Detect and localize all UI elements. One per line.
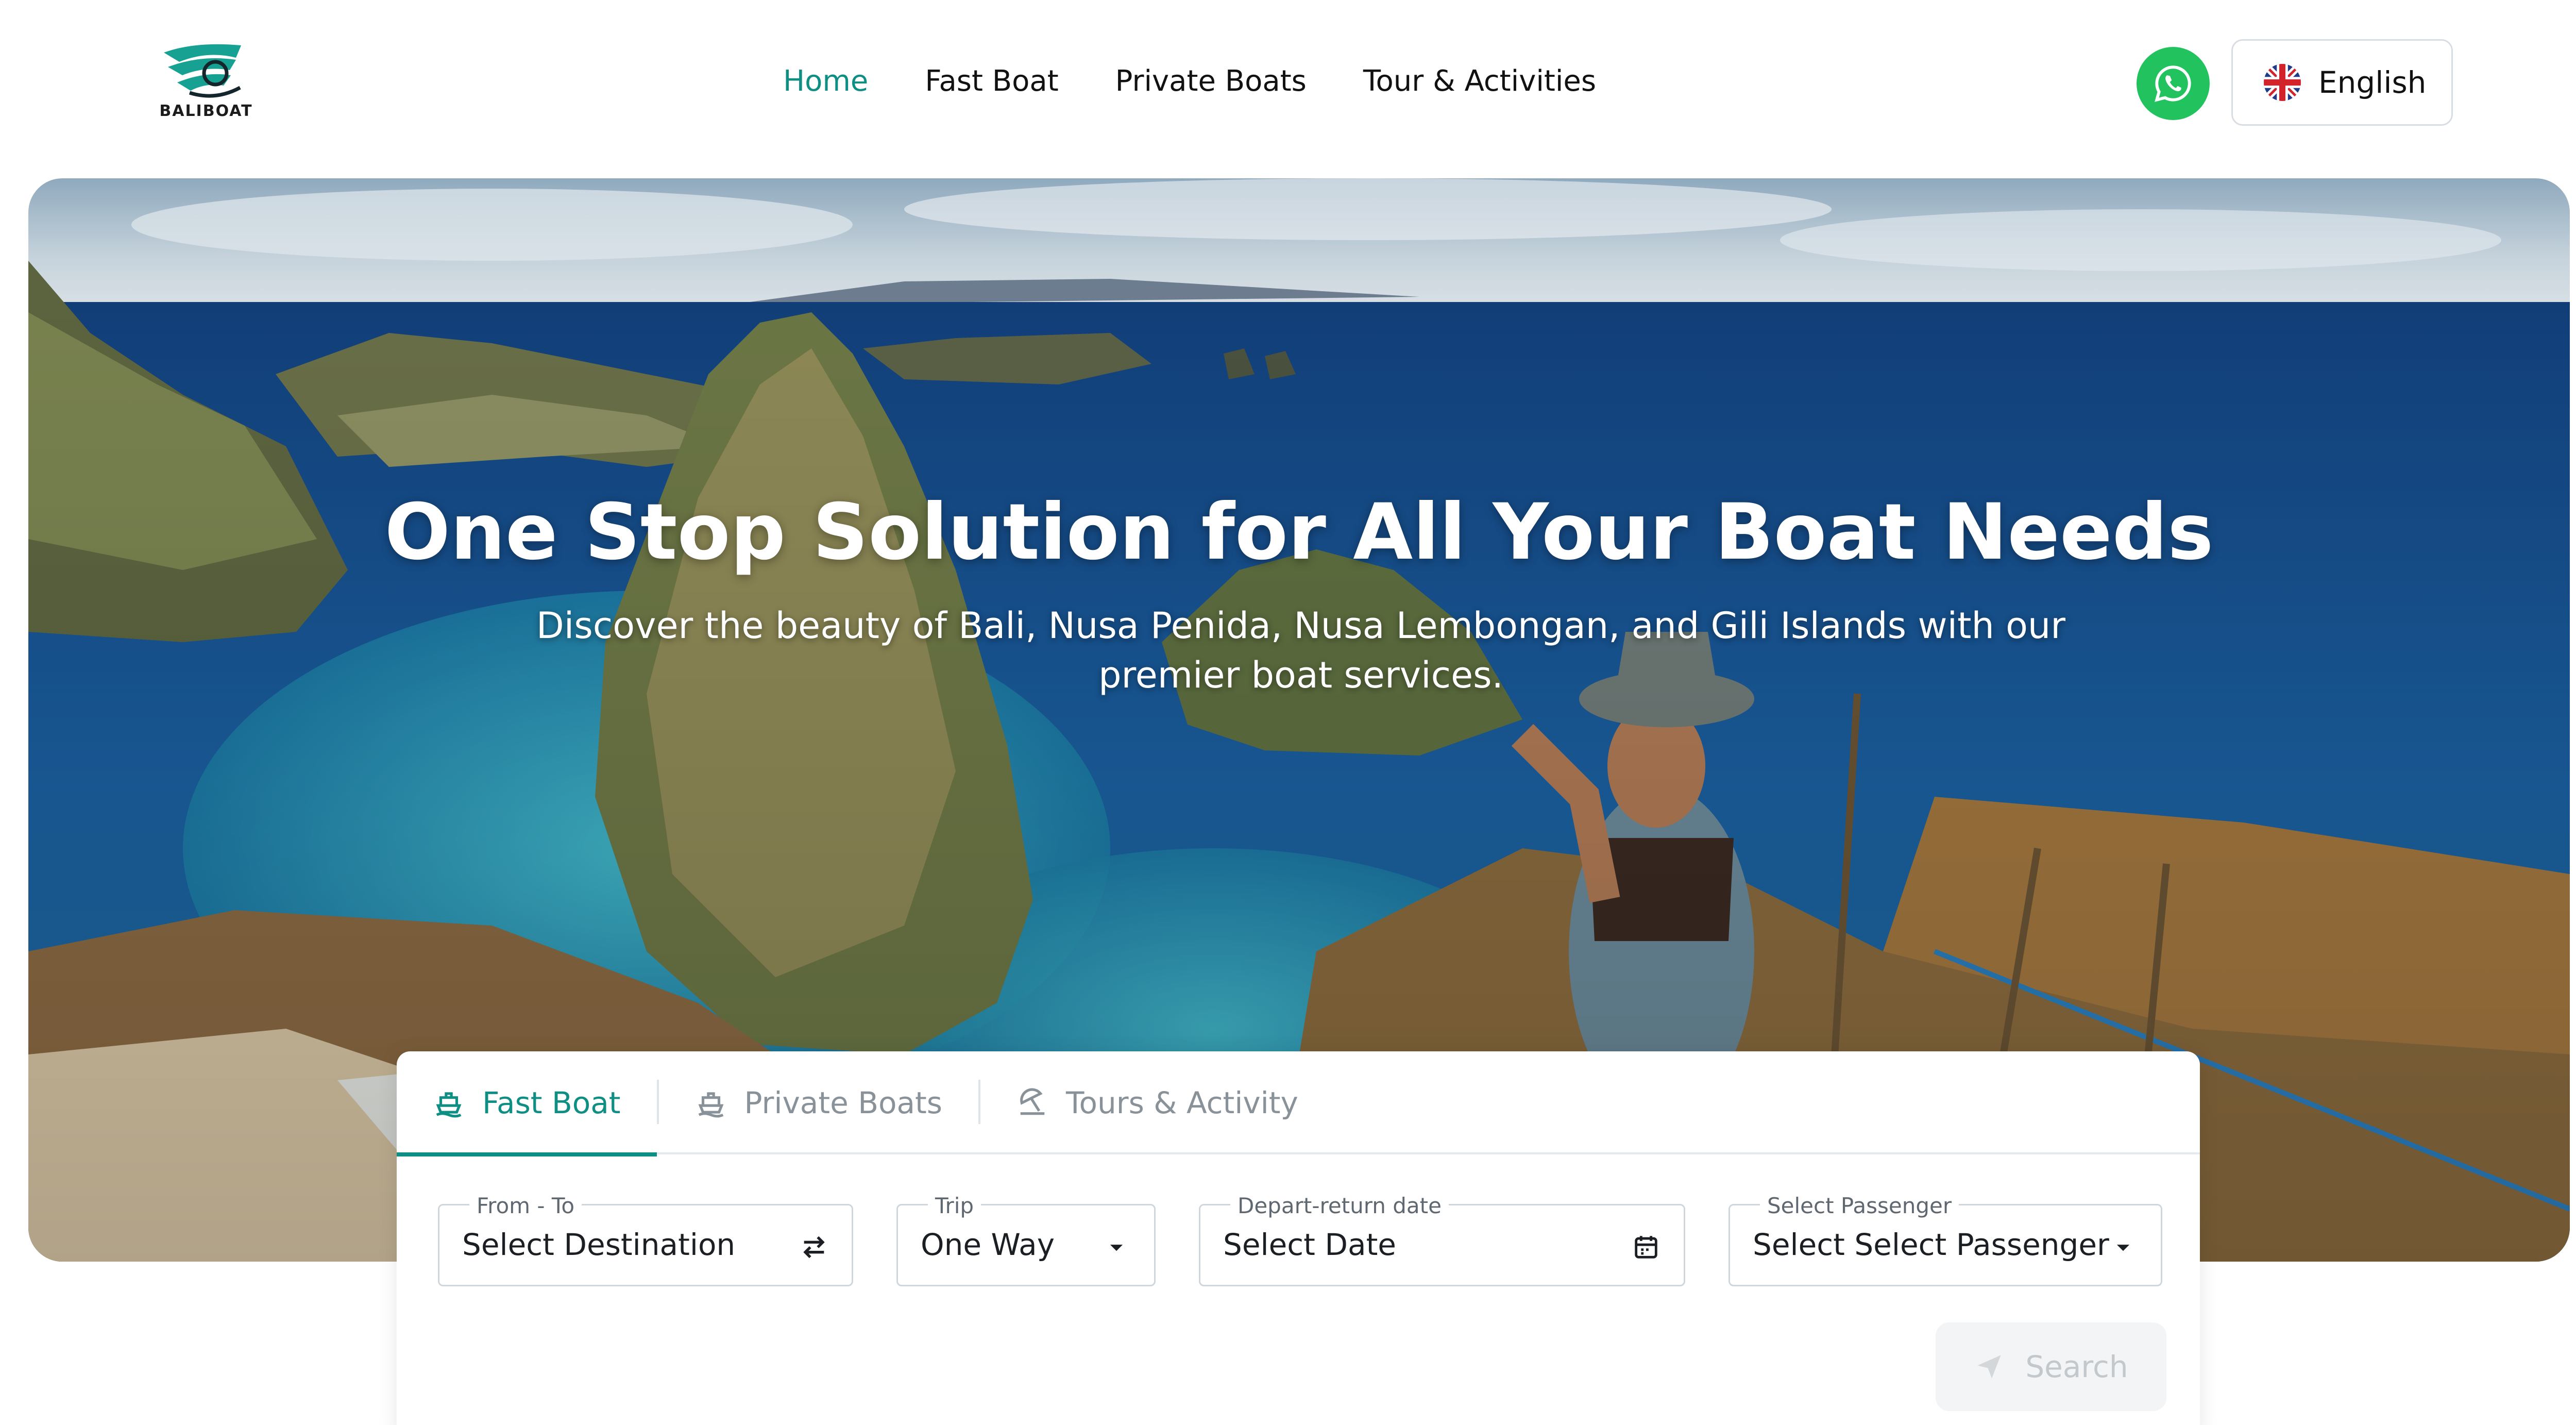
nav-home[interactable]: Home <box>783 61 868 102</box>
search-button[interactable]: Search <box>1936 1322 2166 1411</box>
passenger-select[interactable]: Select Passenger Select Select Passenger <box>1728 1193 2162 1286</box>
caret-down-icon <box>2116 1245 2130 1251</box>
hero-title: One Stop Solution for All Your Boat Need… <box>384 488 2214 577</box>
route-field-value: Select Destination <box>462 1227 736 1262</box>
route-field[interactable]: From - To Select Destination <box>438 1193 853 1286</box>
tab-fast-boat-label: Fast Boat <box>482 1085 621 1120</box>
whatsapp-icon <box>2155 65 2191 102</box>
nav-tour-activities[interactable]: Tour & Activities <box>1363 61 1596 102</box>
caret-down-icon <box>1110 1245 1123 1251</box>
nav-private-boats[interactable]: Private Boats <box>1115 61 1307 102</box>
passenger-select-value: Select Select Passenger <box>1753 1227 2109 1262</box>
uk-flag-icon <box>2264 64 2301 101</box>
send-icon <box>1977 1355 2001 1379</box>
calendar-icon[interactable] <box>1631 1232 1661 1262</box>
passenger-select-label: Select Passenger <box>1760 1193 1959 1218</box>
tab-tours-activity[interactable]: Tours & Activity <box>980 1051 1334 1154</box>
hero-subtitle: Discover the beauty of Bali, Nusa Penida… <box>536 605 2066 696</box>
boat-logo-icon <box>164 44 241 98</box>
route-field-label: From - To <box>469 1193 582 1218</box>
logo-text: BALIBOAT <box>159 102 253 120</box>
tab-tours-activity-label: Tours & Activity <box>1065 1085 1298 1120</box>
beach-umbrella-icon <box>1020 1088 1045 1115</box>
whatsapp-button[interactable] <box>2137 47 2210 120</box>
trip-select-label: Trip <box>928 1193 981 1218</box>
swap-icon[interactable] <box>799 1232 829 1262</box>
language-label: English <box>2318 65 2427 100</box>
ferry-icon <box>436 1092 462 1118</box>
tab-fast-boat[interactable]: Fast Boat <box>397 1051 657 1156</box>
ship-icon <box>698 1092 724 1118</box>
search-button-label: Search <box>2025 1349 2128 1384</box>
brand-logo[interactable]: BALIBOAT <box>149 41 263 129</box>
tab-private-boats-label: Private Boats <box>744 1085 942 1120</box>
date-field-value: Select Date <box>1223 1227 1396 1262</box>
booking-tabs: Fast Boat Private Boats Tours & Activity <box>397 1051 2200 1156</box>
date-field[interactable]: Depart-return date Select Date <box>1199 1193 1685 1286</box>
trip-select-value: One Way <box>921 1227 1055 1262</box>
language-selector[interactable]: English <box>2231 39 2453 126</box>
date-field-label: Depart-return date <box>1230 1193 1449 1218</box>
booking-panel: Fast Boat Private Boats Tours & Activity… <box>397 1051 2200 1425</box>
tab-private-boats[interactable]: Private Boats <box>659 1051 978 1154</box>
nav-fast-boat[interactable]: Fast Boat <box>925 61 1058 102</box>
main-nav: Home Fast Boat Private Boats Tour & Acti… <box>783 61 1596 102</box>
trip-select[interactable]: Trip One Way <box>896 1193 1156 1286</box>
